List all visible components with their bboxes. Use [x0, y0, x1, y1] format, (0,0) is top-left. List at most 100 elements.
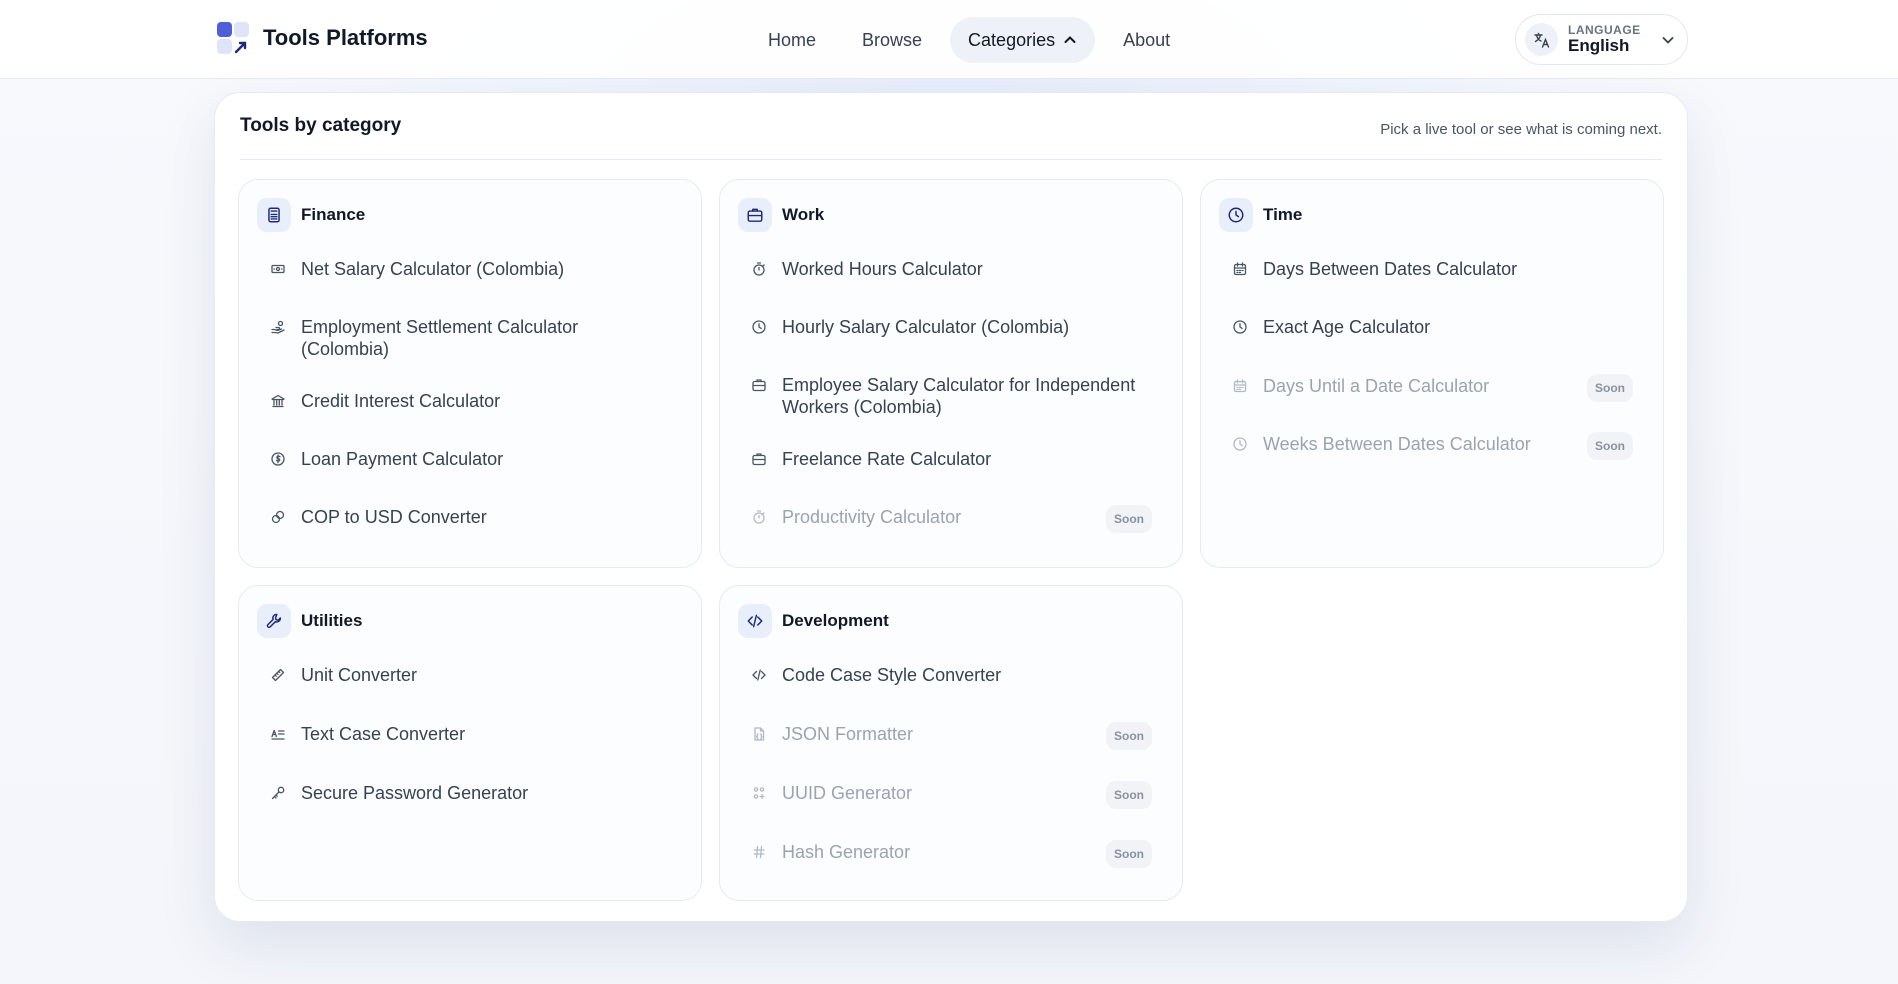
soon-badge: Soon: [1106, 722, 1152, 750]
tool-link[interactable]: Employee Salary Calculator for Independe…: [750, 374, 1152, 418]
tool-label: Hash Generator: [782, 842, 911, 862]
tool-label: Unit Converter: [301, 665, 418, 685]
clock-icon: [1219, 198, 1253, 232]
category-title: Development: [782, 611, 889, 630]
panel-title: Tools by category: [240, 115, 402, 136]
bank-icon: [269, 390, 287, 412]
tool-link[interactable]: Secure Password Generator: [269, 782, 671, 804]
main-nav: Home Browse Categories About: [750, 17, 1188, 63]
tool-link[interactable]: Freelance Rate Calculator: [750, 448, 1152, 470]
hash-icon: [750, 841, 768, 863]
fingerprint-icon: [750, 782, 768, 804]
category-title: Finance: [301, 205, 366, 224]
wrench-icon: [257, 604, 291, 638]
translate-icon: [1525, 23, 1558, 56]
tool-link[interactable]: COP to USD Converter: [269, 506, 671, 528]
briefcase-icon: [738, 198, 772, 232]
coins-icon: [269, 506, 287, 528]
dollar-circle-icon: [269, 448, 287, 470]
brand-logo-icon: [217, 22, 249, 54]
category-title: Time: [1263, 205, 1303, 224]
category-title: Utilities: [301, 611, 363, 630]
tool-label: Productivity Calculator: [782, 507, 962, 527]
tool-link: Productivity Calculator Soon: [750, 505, 1152, 533]
brand-name: Tools Platforms: [263, 25, 428, 50]
category-header: Work: [738, 198, 824, 232]
language-value: English: [1568, 35, 1630, 55]
nav-home-label: Home: [768, 29, 817, 50]
category-header: Utilities: [257, 604, 362, 638]
banknote-icon: [269, 258, 287, 280]
category-card-time: Time Days Between Dates Calculator Exact A…: [1200, 179, 1664, 568]
language-selector[interactable]: LANGUAGE English: [1515, 14, 1688, 65]
tool-link: Days Until a Date Calculator Soon: [1231, 374, 1633, 402]
category-card-finance: Finance Net Salary Calculator (Colombia) E…: [238, 179, 702, 568]
chevron-down-icon: [1662, 36, 1674, 44]
tool-label: Days Between Dates Calculator: [1263, 259, 1518, 279]
nav-about-link[interactable]: About: [1105, 17, 1188, 63]
tool-label: UUID Generator: [782, 783, 913, 803]
tool-label: Credit Interest Calculator: [301, 391, 501, 411]
soon-badge: Soon: [1106, 781, 1152, 809]
panel-hint: Pick a live tool or see what is coming n…: [1380, 121, 1662, 138]
tool-link[interactable]: Credit Interest Calculator: [269, 390, 671, 412]
tool-label: Exact Age Calculator: [1263, 317, 1431, 337]
tool-label: Text Case Converter: [301, 724, 466, 744]
calendar-icon: [1231, 375, 1249, 397]
hand-coins-icon: [269, 316, 287, 338]
nav-categories-toggle[interactable]: Categories: [950, 17, 1096, 63]
category-card-utilities: Utilities Unit Converter Text Case Convert…: [238, 585, 702, 901]
tool-link[interactable]: Net Salary Calculator (Colombia): [269, 258, 671, 280]
tool-link[interactable]: Employment Settlement Calculator (Colomb…: [269, 316, 671, 360]
nav-browse-link[interactable]: Browse: [844, 17, 940, 63]
tool-label: Loan Payment Calculator: [301, 449, 504, 469]
language-caption: LANGUAGE: [1568, 23, 1641, 38]
briefcase-icon: [750, 448, 768, 470]
tool-label: Code Case Style Converter: [782, 665, 1002, 685]
calculator-icon: [257, 198, 291, 232]
calendar-icon: [1231, 258, 1249, 280]
clock-icon: [1231, 433, 1249, 455]
tool-label: Days Until a Date Calculator: [1263, 376, 1490, 396]
tool-link: JSON Formatter Soon: [750, 722, 1152, 750]
tool-link[interactable]: Code Case Style Converter: [750, 664, 1152, 686]
tool-link[interactable]: Unit Converter: [269, 664, 671, 686]
tool-link[interactable]: Loan Payment Calculator: [269, 448, 671, 470]
top-navigation-bar: Tools Platforms Home Browse Categories A…: [0, 0, 1898, 79]
panel-header: Tools by category Pick a live tool or se…: [240, 115, 1662, 160]
tool-label: Secure Password Generator: [301, 783, 529, 803]
code-icon: [750, 664, 768, 686]
tool-label: Freelance Rate Calculator: [782, 449, 992, 469]
tool-link: UUID Generator Soon: [750, 781, 1152, 809]
code-icon: [738, 604, 772, 638]
tool-label: Employee Salary Calculator for Independe…: [782, 375, 1136, 417]
nav-home-link[interactable]: Home: [750, 17, 834, 63]
tool-link[interactable]: Days Between Dates Calculator: [1231, 258, 1633, 280]
file-json-icon: [750, 723, 768, 745]
category-header: Time: [1219, 198, 1302, 232]
tool-label: COP to USD Converter: [301, 507, 487, 527]
tool-link[interactable]: Text Case Converter: [269, 723, 671, 745]
tool-label: Hourly Salary Calculator (Colombia): [782, 317, 1070, 337]
tool-label: Employment Settlement Calculator (Colomb…: [301, 317, 579, 359]
stopwatch-icon: [750, 506, 768, 528]
tool-link[interactable]: Hourly Salary Calculator (Colombia): [750, 316, 1152, 338]
brand-link[interactable]: Tools Platforms: [217, 22, 428, 54]
category-header: Development: [738, 604, 889, 638]
stopwatch-icon: [750, 258, 768, 280]
category-card-work: Work Worked Hours Calculator Hourly Salary…: [719, 179, 1183, 568]
text-case-icon: [269, 723, 287, 745]
ruler-icon: [269, 664, 287, 686]
chevron-up-icon: [1064, 36, 1076, 43]
category-title: Work: [782, 205, 825, 224]
tool-label: Net Salary Calculator (Colombia): [301, 259, 565, 279]
nav-browse-label: Browse: [862, 29, 923, 50]
tool-label: Worked Hours Calculator: [782, 259, 983, 279]
nav-categories-label: Categories: [968, 29, 1056, 50]
tool-link[interactable]: Exact Age Calculator: [1231, 316, 1633, 338]
tool-link[interactable]: Worked Hours Calculator: [750, 258, 1152, 280]
key-icon: [269, 782, 287, 804]
clock-icon: [1231, 316, 1249, 338]
nav-about-label: About: [1123, 29, 1171, 50]
clock-icon: [750, 316, 768, 338]
